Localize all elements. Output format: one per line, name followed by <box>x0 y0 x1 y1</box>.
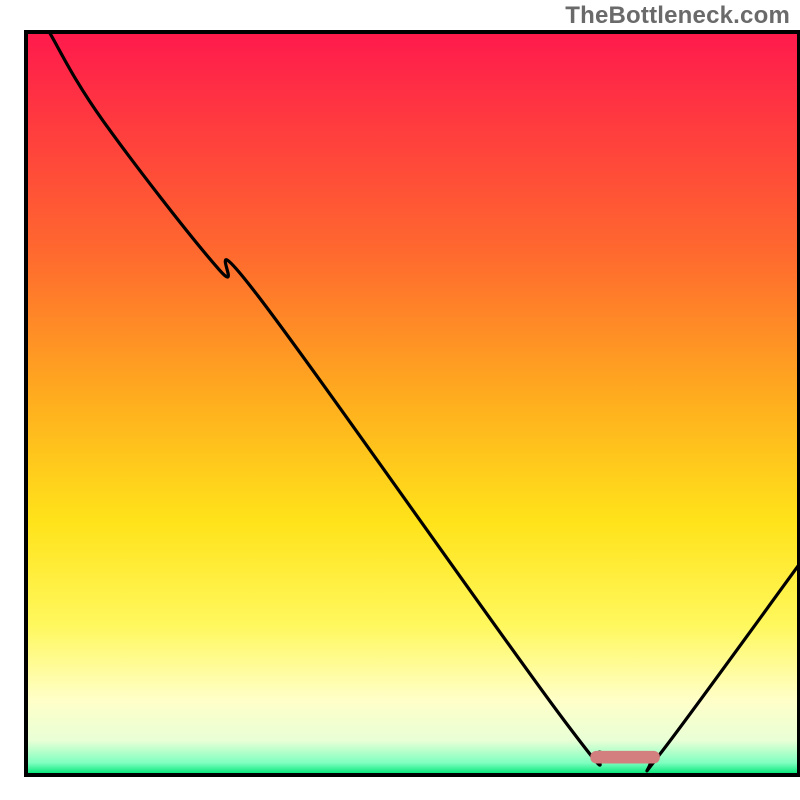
gradient-background <box>27 33 798 774</box>
chart-root: TheBottleneck.com <box>0 0 800 800</box>
optimal-region-marker <box>590 751 660 764</box>
watermark-text: TheBottleneck.com <box>565 2 790 30</box>
chart-svg <box>0 0 800 800</box>
